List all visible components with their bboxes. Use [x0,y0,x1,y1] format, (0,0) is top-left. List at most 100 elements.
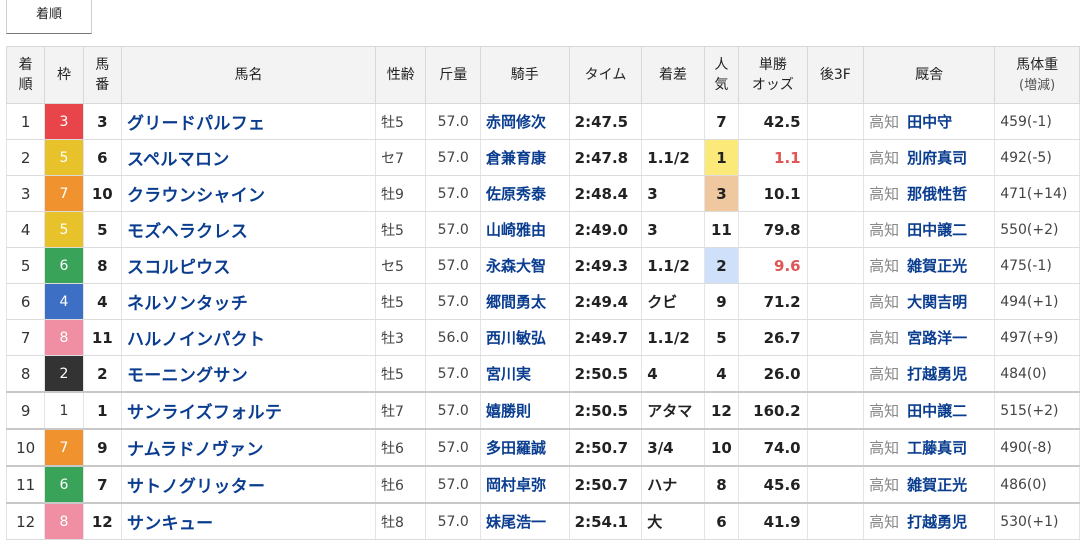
results-body: 1 3 3 グリードパルフェ 牡5 57.0 赤岡修次 2:47.5 7 42.5 高知 田中守 459… [5,103,1080,540]
header-margin[interactable]: 着差 [641,46,705,104]
tab-results[interactable]: 着順 [6,0,92,34]
weight-cell: 57.0 [425,465,481,504]
waku-cell: 1 [44,391,84,430]
umaban-cell: 10 [82,175,122,212]
header-horse[interactable]: 馬名 [120,46,377,104]
margin-cell: 1.1/2 [641,247,705,284]
waku-cell: 7 [44,428,84,467]
horse-link[interactable]: サンライズフォルテ [127,403,282,423]
jockey-link[interactable]: 山崎雅由 [486,221,546,239]
header-stable[interactable]: 厩舎 [863,46,996,104]
horse-link[interactable]: ハルノインパクト [127,330,265,350]
horse-link[interactable]: モーニングサン [127,366,248,386]
odds-cell: 74.0 [738,428,808,467]
trainer-link[interactable]: 田中譲二 [907,402,967,420]
jockey-link[interactable]: 赤岡修次 [486,113,546,131]
weight-cell: 57.0 [425,391,481,430]
jockey-link[interactable]: 倉兼育康 [486,149,546,167]
popularity-cell: 3 [703,175,740,212]
trainer-link[interactable]: 打越勇児 [907,365,967,383]
table-row: 9 1 1 サンライズフォルテ 牡7 57.0 嬉勝則 2:50.5 アタマ 12 160.2 高知田… [5,391,1080,430]
bodyweight-cell: 471(+14) [994,175,1080,212]
header-umaban-1: 馬 [95,57,110,73]
stable-cell: 高知 別府真司 [863,139,996,176]
header-weight[interactable]: 斤量 [425,46,481,104]
horse-link[interactable]: スコルピウス [127,258,231,278]
region-label: 高知 [869,293,900,311]
trainer-link[interactable]: 大関吉明 [907,293,967,311]
trainer-link[interactable]: 工藤真司 [907,439,967,457]
header-umaban[interactable]: 馬番 [82,46,122,104]
stable-cell: 高知 宮路洋一 [863,319,996,356]
trainer-link[interactable]: 打越勇児 [907,513,967,531]
header-last3f[interactable]: 後3F [806,46,865,104]
time-cell: 2:48.4 [568,175,643,212]
stable-cell: 高知 雑賀正光 [863,247,996,284]
horse-link[interactable]: モズヘラクレス [127,222,248,242]
rank-cell: 9 [5,391,46,430]
jockey-link[interactable]: 郷間勇太 [486,293,546,311]
trainer-link[interactable]: 那俄性哲 [907,185,967,203]
jockey-link[interactable]: 妹尾浩一 [486,513,546,531]
jockey-link[interactable]: 多田羅誠 [486,439,546,457]
header-time[interactable]: タイム [568,46,643,104]
trainer-link[interactable]: 別府真司 [907,149,967,167]
margin-cell: 3 [641,211,705,248]
odds-cell: 42.5 [738,103,808,140]
trainer-link[interactable]: 田中譲二 [907,221,967,239]
bodyweight-cell: 550(+2) [994,211,1080,248]
popularity-cell: 11 [703,211,740,248]
weight-cell: 57.0 [425,103,481,140]
jockey-link[interactable]: 宮川実 [486,365,531,383]
horse-link[interactable]: サトノグリッター [127,477,265,497]
horse-link[interactable]: グリードパルフェ [127,114,265,134]
sexage-cell: 牡3 [375,319,427,356]
jockey-cell: 倉兼育康 [479,139,570,176]
header-waku[interactable]: 枠 [44,46,84,104]
header-rank-1: 着 [18,57,33,73]
jockey-cell: 赤岡修次 [479,103,570,140]
margin-cell: アタマ [641,391,705,430]
time-cell: 2:47.8 [568,139,643,176]
trainer-link[interactable]: 雑賀正光 [907,476,967,494]
jockey-cell: 郷間勇太 [479,283,570,320]
horse-link[interactable]: ネルソンタッチ [127,294,248,314]
horse-link[interactable]: クラウンシャイン [127,186,265,206]
header-bodyweight[interactable]: 馬体重 (増減) [994,46,1080,104]
horse-cell: ナムラドノヴァン [120,428,377,467]
table-row: 3 7 10 クラウンシャイン 牡9 57.0 佐原秀泰 2:48.4 3 3 10.1 高知 那俄性哲… [5,175,1080,212]
popularity-cell: 12 [703,391,740,430]
region-label: 高知 [869,513,900,531]
region-label: 高知 [869,257,900,275]
weight-cell: 57.0 [425,283,481,320]
jockey-link[interactable]: 岡村卓弥 [486,476,546,494]
rank-cell: 2 [5,139,46,176]
trainer-link[interactable]: 宮路洋一 [907,329,967,347]
header-sexage[interactable]: 性齢 [375,46,427,104]
waku-cell: 6 [44,465,84,504]
region-label: 高知 [869,476,900,494]
jockey-link[interactable]: 佐原秀泰 [486,185,546,203]
trainer-link[interactable]: 雑賀正光 [907,257,967,275]
header-jockey[interactable]: 騎手 [479,46,570,104]
odds-cell: 10.1 [738,175,808,212]
table-row: 7 8 11 ハルノインパクト 牡3 56.0 西川敏弘 2:49.7 1.1/2 5 26.7 高知… [5,319,1080,356]
jockey-link[interactable]: 西川敏弘 [486,329,546,347]
odds-cell: 71.2 [738,283,808,320]
horse-link[interactable]: スペルマロン [127,150,230,170]
bodyweight-cell: 494(+1) [994,283,1080,320]
jockey-cell: 宮川実 [479,355,570,393]
header-popularity[interactable]: 人気 [703,46,740,104]
sexage-cell: 牡5 [375,211,427,248]
jockey-link[interactable]: 永森大智 [486,257,546,275]
horse-link[interactable]: ナムラドノヴァン [127,440,264,460]
header-rank[interactable]: 着順 [5,46,46,104]
waku-cell: 3 [44,103,84,140]
horse-link[interactable]: サンキュー [127,514,214,534]
odds-cell: 45.6 [738,465,808,504]
umaban-cell: 9 [82,428,122,467]
trainer-link[interactable]: 田中守 [907,113,952,131]
horse-cell: ネルソンタッチ [120,283,377,320]
jockey-link[interactable]: 嬉勝則 [486,402,531,420]
header-odds[interactable]: 単勝 オッズ [738,46,808,104]
